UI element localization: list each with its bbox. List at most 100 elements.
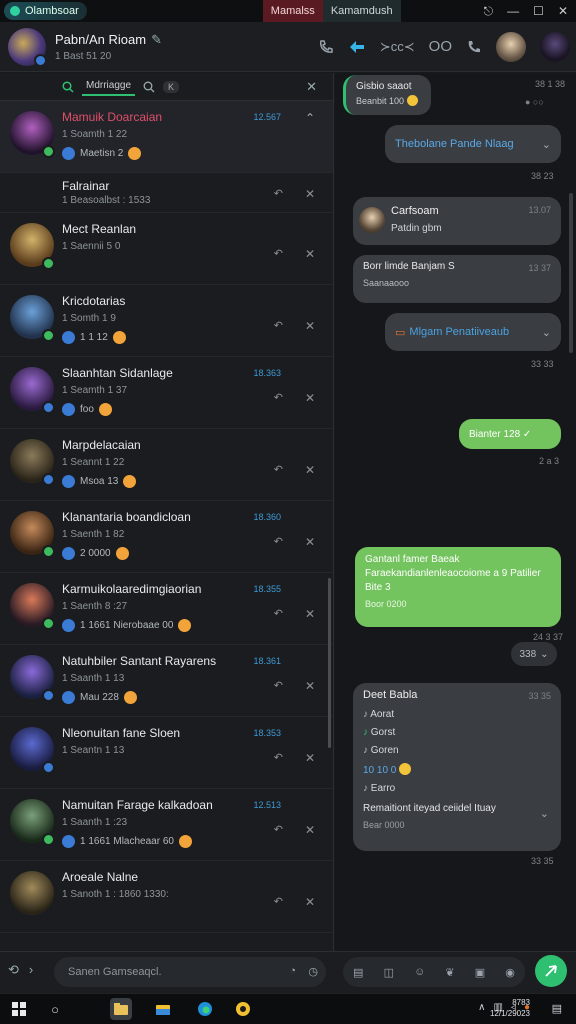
close-icon[interactable]: ✕ (305, 823, 315, 837)
filter-chip[interactable]: K (163, 80, 180, 93)
conversation-preview: 1 Seantn 1 13 (62, 745, 125, 756)
file-explorer-icon[interactable] (110, 998, 132, 1020)
gif-icon[interactable]: ❦ (445, 966, 454, 979)
reply-icon[interactable]: ↶ (274, 751, 283, 764)
search-icon-2[interactable] (143, 81, 155, 93)
list-item[interactable]: Marpdelacaian 1 Seannt 1 22 Msoa 13 ↶ ✕ (0, 429, 333, 501)
attach-icon[interactable]: ◫ (384, 966, 394, 979)
forward-icon[interactable] (348, 39, 366, 55)
reply-icon[interactable]: ↶ (274, 391, 283, 404)
list-item[interactable]: Falrainar 1 Beasoalbst : 1533 ↶ ✕ (0, 173, 333, 213)
close-icon[interactable]: ✕ (305, 535, 315, 549)
avatar[interactable] (8, 27, 47, 67)
minimize-icon[interactable]: — (507, 4, 519, 19)
member-avatar-1[interactable] (496, 31, 526, 62)
scrollbar[interactable] (569, 193, 573, 353)
keyboard-icon[interactable]: ▤ (353, 966, 363, 979)
chevron-up-icon[interactable]: ∧ (478, 1002, 485, 1013)
search-icon[interactable]: ○ (44, 998, 66, 1020)
message-list-bubble[interactable]: Deet Babla ♪ Aorat ♪ Gorst ♪ Goren 10 10… (353, 683, 561, 851)
taskbar-clock[interactable]: 8783 12/1/29023 (490, 997, 530, 1019)
timer-icon[interactable]: ◷ (308, 965, 318, 978)
conversation-meta: 1 1661 Nierobaae 00 (62, 619, 192, 632)
reply-icon[interactable]: ↶ (274, 823, 283, 836)
tab-active[interactable]: Mamalss (262, 0, 323, 22)
chevron-up-icon[interactable]: ⌃ (305, 111, 315, 125)
scrollbar[interactable] (328, 578, 331, 748)
sticker-icon[interactable]: ◉ (505, 966, 515, 979)
reply-icon[interactable]: ↶ (274, 247, 283, 260)
reply-icon[interactable]: ↶ (274, 535, 283, 548)
chevron-down-icon[interactable]: ⌄ (542, 138, 551, 151)
close-icon[interactable]: ✕ (305, 247, 315, 261)
conversation-name: Namuitan Farage kalkadoan (62, 798, 213, 812)
reply-icon[interactable]: ↶ (274, 319, 283, 332)
avatar[interactable] (10, 871, 54, 915)
image-icon[interactable]: ▣ (475, 966, 485, 979)
list-item[interactable]: Kricdotarias 1 Somth 1 9 1 1 12 ↶ ✕ (0, 285, 333, 357)
status-badge (34, 53, 47, 67)
notification-icon[interactable]: ▤ (552, 1002, 562, 1015)
message-time: 24 3 37 (533, 632, 564, 642)
tab-inactive[interactable]: Kamamdush (322, 0, 401, 22)
conversation-time: 12.567 (253, 112, 281, 122)
close-icon[interactable]: ✕ (306, 79, 317, 95)
bell-icon[interactable]: ≻cc≺ (380, 39, 415, 55)
edge-browser-icon[interactable] (194, 998, 216, 1020)
message-bubble-6[interactable]: Gantanl famer Baeak Faraekandianlenleaoc… (355, 547, 561, 627)
close-icon[interactable]: ✕ (305, 391, 315, 405)
phone-icon[interactable] (318, 39, 334, 55)
message-input[interactable]: Sanen Gamseaqcl. ◔ ◷ (54, 957, 326, 987)
close-icon[interactable]: ✕ (305, 463, 315, 477)
list-item[interactable]: Klanantaria boandicloan 1 Saenth 1 82 2 00… (0, 501, 333, 573)
maximize-icon[interactable]: ☐ (533, 4, 544, 19)
message-bubble-4[interactable]: ▭ Mlgam Penatiiveaub ⌄ (385, 313, 561, 351)
reply-icon[interactable]: ↶ (274, 679, 283, 692)
list-item[interactable]: Namuitan Farage kalkadoan 1 Saanth 1 :23 1… (0, 789, 333, 861)
call-icon[interactable] (466, 39, 482, 55)
mute-icon[interactable]: OO (429, 38, 452, 55)
emoji-icon[interactable]: ☺ (414, 966, 425, 978)
list-item[interactable]: Karmuikolaaredimgiaorian 1 Saenth 8 :27 1 … (0, 573, 333, 645)
chevron-down-icon[interactable]: ⌄ (540, 807, 549, 820)
edit-icon[interactable]: ✎ (151, 32, 162, 48)
send-button[interactable] (535, 955, 567, 987)
chevron-right-icon[interactable]: › (29, 962, 33, 978)
list-item[interactable]: Mect Reanlan 1 Saennii 5 0 ↶ ✕ (0, 213, 333, 285)
list-item[interactable]: Slaanhtan Sidanlage 1 Seamth 1 37 foo 18.36… (0, 357, 333, 429)
list-item[interactable]: Aroeale Nalne 1 Sanoth 1 : 1860 1330: ↶ ✕ (0, 861, 333, 933)
chevron-down-icon[interactable]: ⌄ (542, 326, 551, 339)
search-icon[interactable] (62, 80, 74, 93)
reply-icon[interactable]: ↶ (274, 607, 283, 620)
member-avatar-2[interactable] (540, 31, 570, 62)
app-icon[interactable] (232, 998, 254, 1020)
close-icon[interactable]: ✕ (558, 4, 568, 19)
conversation-name: Mect Reanlan (62, 222, 137, 236)
message-bubble-3[interactable]: Borr limde Banjam S Saanaaooo 13 37 (353, 255, 561, 303)
close-icon[interactable]: ✕ (305, 607, 315, 621)
close-icon[interactable]: ✕ (305, 187, 315, 201)
conversation-preview: 1 Saanth 1 13 (62, 673, 125, 684)
close-icon[interactable]: ✕ (305, 895, 315, 909)
app-pill[interactable]: Olambsoar (4, 2, 87, 20)
close-icon[interactable]: ✕ (305, 319, 315, 333)
list-item[interactable]: Mamuik Doarcaian 1 Soamth 1 22 Maetisn 2 12… (0, 101, 333, 173)
back-icon[interactable]: ⟲ (8, 962, 19, 978)
unread-chip[interactable]: 338 ⌄ (511, 642, 557, 666)
popout-icon[interactable]: ⎋ (484, 4, 494, 19)
message-bubble-2[interactable]: Thebolane Pande Nlaag ⌄ (385, 125, 561, 163)
list-item[interactable]: Nleonuitan fane Sloen 1 Seantn 1 13 18.353… (0, 717, 333, 789)
message-card[interactable]: Carfsoam Patdin gbm 13.07 (353, 197, 561, 245)
reply-icon[interactable]: ↶ (274, 463, 283, 476)
search-tab-label[interactable]: Mdrriagge (82, 77, 136, 96)
list-item[interactable]: Natuhbiler Santant Rayarens 1 Saanth 1 13… (0, 645, 333, 717)
reply-icon[interactable]: ↶ (274, 895, 283, 908)
reply-icon[interactable]: ↶ (274, 187, 283, 200)
clock-icon[interactable]: ◔ (289, 965, 296, 977)
windows-start-icon[interactable] (8, 998, 30, 1020)
message-bubble-1[interactable]: Gisbio saaot Beanbit 100 (343, 75, 431, 115)
folder-icon[interactable] (152, 998, 174, 1020)
message-bubble-5[interactable]: Bianter 128 ✓ (459, 419, 561, 449)
close-icon[interactable]: ✕ (305, 751, 315, 765)
close-icon[interactable]: ✕ (305, 679, 315, 693)
